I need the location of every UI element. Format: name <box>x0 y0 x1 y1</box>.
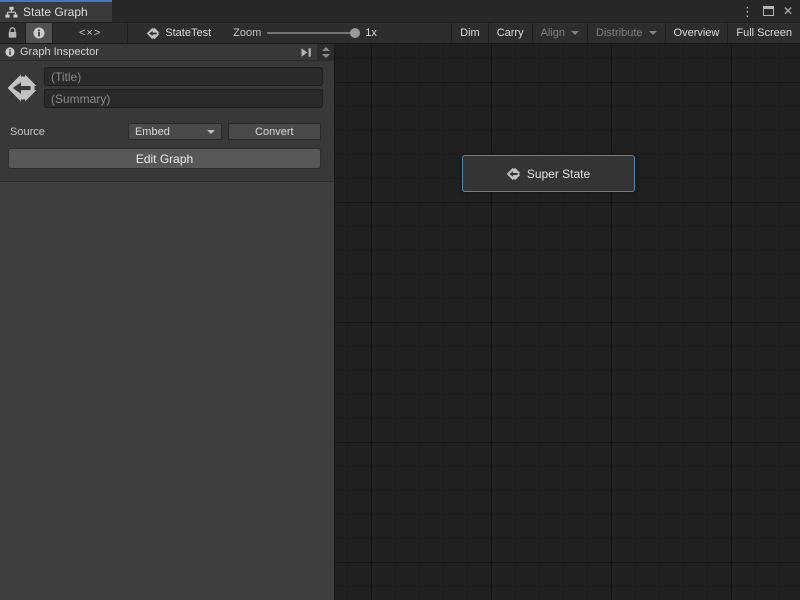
state-icon <box>507 167 521 181</box>
source-dropdown-value: Embed <box>135 126 170 138</box>
toolbar-divider <box>127 23 128 43</box>
overview-button-label: Overview <box>674 27 720 39</box>
dock-right-button[interactable] <box>296 44 317 60</box>
state-icon <box>8 73 38 103</box>
main-area: Graph Inspector <box>0 44 800 600</box>
align-button-label: Align <box>541 27 565 39</box>
chevron-down-icon <box>649 31 657 35</box>
state-icon <box>147 27 160 40</box>
zoom-label: Zoom <box>233 27 261 39</box>
panel-scroll-spinner[interactable] <box>317 44 334 60</box>
close-icon[interactable]: ✕ <box>783 5 793 17</box>
zoom-control: Zoom 1x <box>233 23 377 43</box>
zoom-slider[interactable] <box>267 32 359 34</box>
source-dropdown[interactable]: Embed <box>128 123 222 140</box>
convert-button-label: Convert <box>255 126 294 138</box>
titlebar-spacer <box>112 0 741 22</box>
lock-button[interactable] <box>0 23 25 43</box>
inspector-empty-area <box>0 181 334 600</box>
graph-title-field[interactable] <box>44 67 323 86</box>
distribute-button[interactable]: Distribute <box>587 23 664 43</box>
distribute-button-label: Distribute <box>596 27 642 39</box>
node-label: Super State <box>527 167 590 181</box>
tab-title: State Graph <box>23 5 88 19</box>
overview-button[interactable]: Overview <box>665 23 728 43</box>
carry-button[interactable]: Carry <box>488 23 532 43</box>
edit-graph-button[interactable]: Edit Graph <box>8 148 321 169</box>
super-state-node[interactable]: Super State <box>462 155 635 192</box>
dim-button-label: Dim <box>460 27 480 39</box>
graph-canvas[interactable]: Super State <box>335 44 800 600</box>
dock-right-icon <box>301 48 312 57</box>
edit-graph-button-label: Edit Graph <box>136 152 193 166</box>
source-row: Source Embed Convert <box>10 123 321 140</box>
toolbar-right-group: Dim Carry Align Distribute Overview Full… <box>451 23 800 43</box>
graph-inspector-header: Graph Inspector <box>0 44 334 61</box>
graph-meta-fields <box>44 67 323 108</box>
full-screen-button[interactable]: Full Screen <box>727 23 800 43</box>
tab-state-graph[interactable]: State Graph <box>0 0 112 22</box>
lock-icon <box>7 27 18 39</box>
graph-inspector-panel: Graph Inspector <box>0 44 335 600</box>
panel-title: Graph Inspector <box>20 46 99 58</box>
breadcrumb[interactable]: StateTest <box>141 23 217 43</box>
zoom-value: 1x <box>365 27 377 39</box>
inspector-toggle-button[interactable] <box>26 23 52 43</box>
graph-toolbar: <×> StateTest Zoom 1x Dim Ca <box>0 22 800 44</box>
info-icon <box>5 47 15 57</box>
graph-meta-row <box>0 61 334 108</box>
source-label: Source <box>10 126 128 138</box>
info-icon <box>33 27 45 39</box>
panel-header-controls <box>296 44 334 60</box>
code-icon: <×> <box>79 27 101 39</box>
state-graph-icon <box>5 6 18 19</box>
window-menu-icon[interactable]: ⋮ <box>741 5 754 18</box>
maximize-icon[interactable] <box>763 6 774 16</box>
chevron-down-icon <box>207 130 215 134</box>
breadcrumb-label: StateTest <box>165 27 211 39</box>
scroll-down-icon[interactable] <box>322 54 330 58</box>
align-button[interactable]: Align <box>532 23 587 43</box>
graph-summary-field[interactable] <box>44 89 323 108</box>
convert-button[interactable]: Convert <box>228 123 321 140</box>
code-view-button[interactable]: <×> <box>53 23 127 43</box>
zoom-slider-thumb[interactable] <box>350 28 360 38</box>
chevron-down-icon <box>571 31 579 35</box>
carry-button-label: Carry <box>497 27 524 39</box>
full-screen-button-label: Full Screen <box>736 27 792 39</box>
window-controls: ⋮ ✕ <box>741 0 800 22</box>
edit-graph-row: Edit Graph <box>8 148 321 169</box>
window-titlebar: State Graph ⋮ ✕ <box>0 0 800 22</box>
scroll-up-icon[interactable] <box>322 47 330 51</box>
dim-button[interactable]: Dim <box>451 23 488 43</box>
